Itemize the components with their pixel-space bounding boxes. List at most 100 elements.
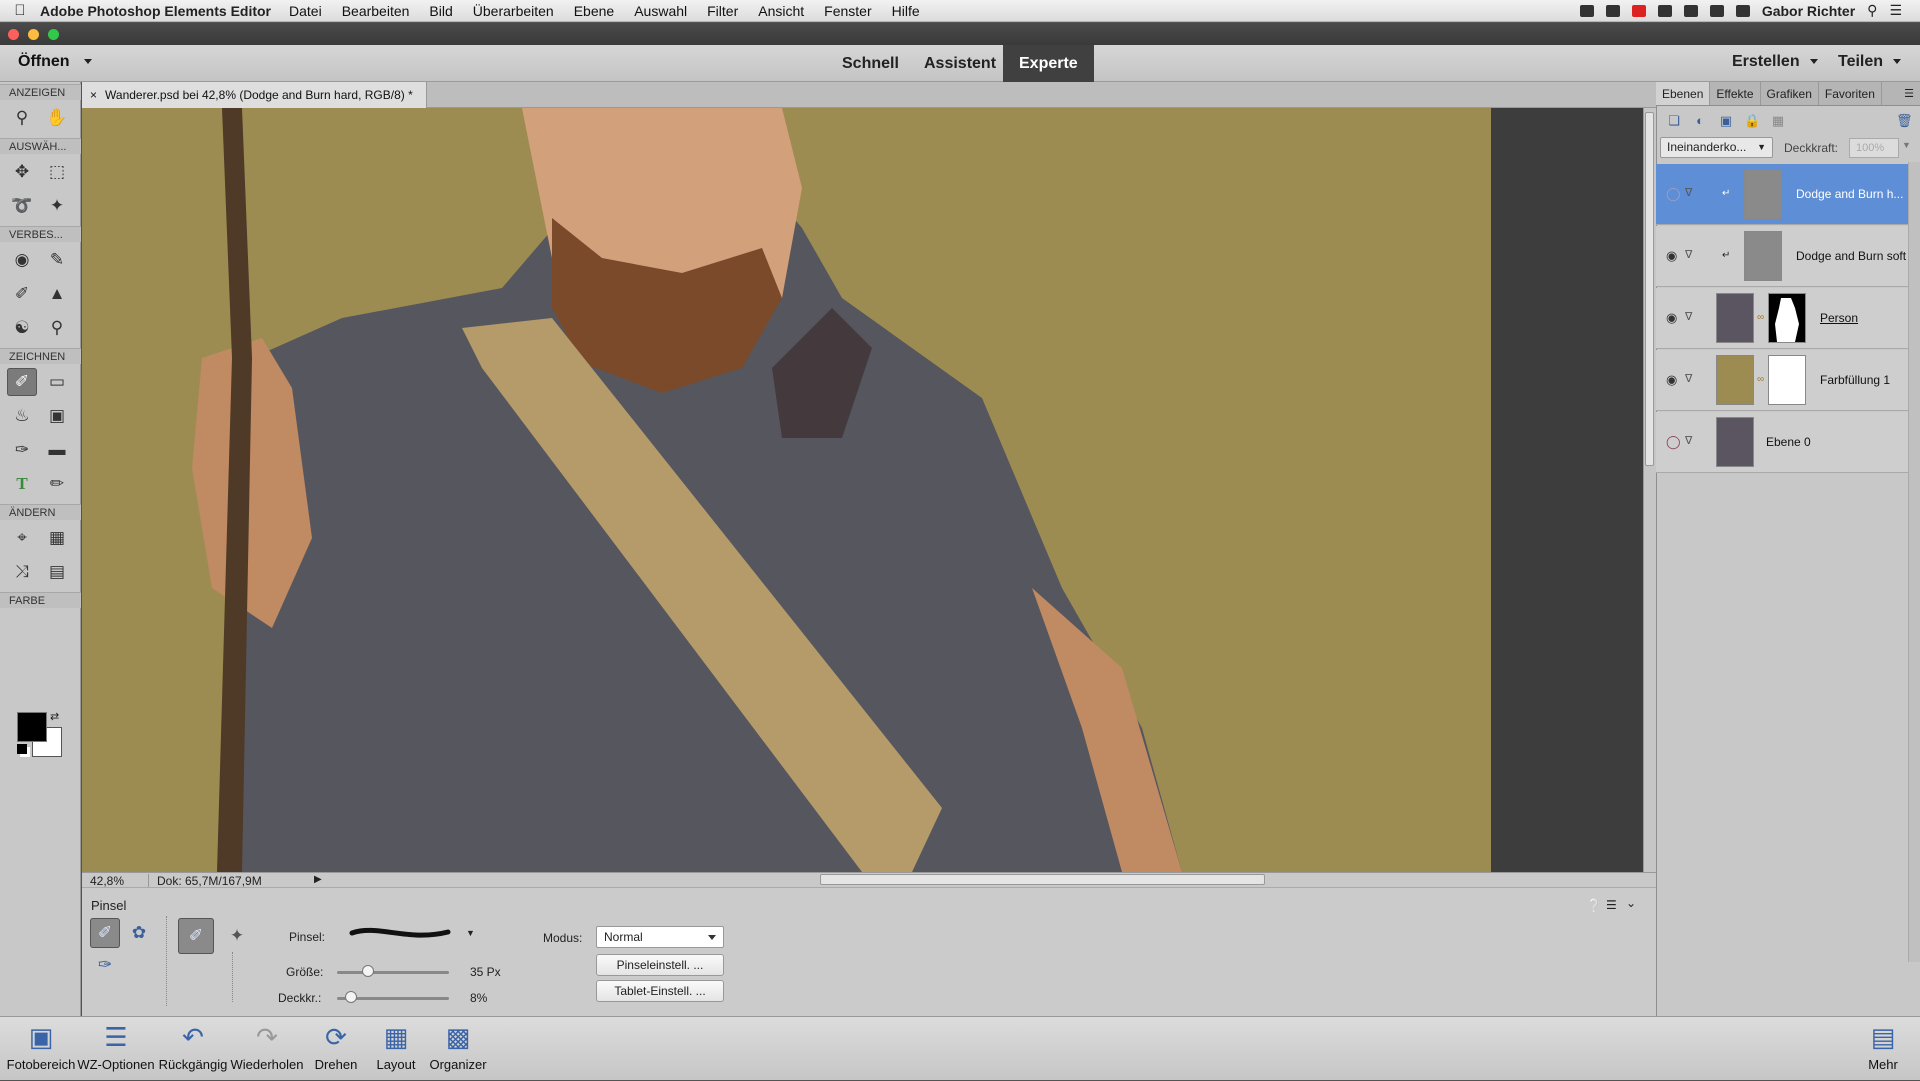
opacity-slider-knob[interactable] (345, 991, 357, 1003)
zoom-window-icon[interactable] (48, 29, 59, 40)
undo-button[interactable]: ↶ Rückgängig (156, 1017, 230, 1081)
document-canvas[interactable] (82, 108, 1491, 872)
menu-ebene[interactable]: Ebene (574, 3, 614, 19)
delete-layer-icon[interactable]: 🗑 (1896, 114, 1913, 128)
shape-tool-icon[interactable]: ▬ (42, 436, 72, 464)
layer-blend-mode-select[interactable]: Ineinanderko... ▼ (1660, 137, 1773, 158)
status-menu-arrow-icon[interactable]: ▶ (314, 873, 322, 887)
airbrush-icon[interactable]: ✦ (222, 921, 252, 951)
menu-bearbeiten[interactable]: Bearbeiten (342, 3, 410, 19)
list-icon[interactable]: ☰ (1889, 2, 1902, 19)
size-slider[interactable] (337, 971, 449, 974)
color-replacement-brush-icon[interactable]: ✑ (90, 950, 120, 980)
canvas-vertical-scroll-thumb[interactable] (1645, 112, 1654, 466)
hand-tool-icon[interactable]: ✋ (42, 104, 72, 132)
brush-settings-button[interactable]: Pinseleinstell. ... (596, 954, 724, 976)
menu-bild[interactable]: Bild (429, 3, 452, 19)
share-button[interactable]: Teilen (1838, 53, 1902, 71)
menu-ueberarbeiten[interactable]: Überarbeiten (473, 3, 554, 19)
blend-mode-select[interactable]: Normal (596, 926, 724, 948)
brush-preset-picker[interactable] (348, 922, 468, 944)
options-menu-icon[interactable]: ☰ (1606, 898, 1617, 912)
layer-dodge-burn-hard[interactable]: ◯ ∇ ↵ Dodge and Burn h... (1656, 164, 1908, 225)
smart-brush-tool-icon[interactable]: ✐ (7, 280, 37, 308)
close-tab-icon[interactable]: × (90, 88, 97, 102)
type-tool-icon[interactable]: T (7, 470, 37, 498)
help-icon[interactable]: ❔ (1586, 898, 1602, 914)
menu-auswahl[interactable]: Auswahl (634, 3, 687, 19)
menu-hilfe[interactable]: Hilfe (892, 3, 920, 19)
brush-mode-icon[interactable]: ✐ (178, 918, 214, 954)
clone-stamp-tool-icon[interactable]: ▲ (42, 280, 72, 308)
swap-colors-icon[interactable]: ⇄ (50, 710, 59, 723)
content-aware-move-tool-icon[interactable]: ⤨ (7, 558, 37, 586)
lasso-tool-icon[interactable]: ➰ (7, 192, 37, 220)
new-layer-icon[interactable]: ❏ (1666, 114, 1682, 128)
move-tool-icon[interactable]: ✥ (7, 158, 37, 186)
menu-datei[interactable]: Datei (289, 3, 322, 19)
mask-link-icon[interactable]: ∞ (1757, 374, 1764, 385)
link-icon[interactable]: ∇ (1685, 434, 1692, 447)
menu-ansicht[interactable]: Ansicht (758, 3, 804, 19)
search-icon[interactable]: ⚲ (1867, 2, 1877, 19)
lock-icon[interactable]: 🔒 (1744, 114, 1760, 128)
eye-icon[interactable]: ◉ (1666, 310, 1677, 326)
organizer-button[interactable]: ▩ Organizer (426, 1017, 490, 1081)
minimize-window-icon[interactable] (28, 29, 39, 40)
layer-mask-thumbnail[interactable] (1768, 355, 1806, 405)
blur-tool-icon[interactable]: ☯ (7, 314, 37, 342)
mask-link-icon[interactable]: ∞ (1757, 312, 1764, 323)
photo-bin-button[interactable]: ▣ Fotobereich (4, 1017, 78, 1081)
opacity-chevron-icon[interactable]: ▼ (1902, 140, 1911, 150)
tab-effekte[interactable]: Effekte (1710, 82, 1761, 105)
status-icon[interactable] (1631, 4, 1646, 17)
marquee-tool-icon[interactable]: ⬚ (42, 158, 72, 186)
layer-farbfuellung[interactable]: ◉ ∇ ∞ Farbfüllung 1 (1656, 350, 1908, 411)
collapse-chevron-icon[interactable]: ⌄ (1626, 896, 1636, 910)
redo-button[interactable]: ↷ Wiederholen (230, 1017, 304, 1081)
straighten-tool-icon[interactable]: ▤ (42, 558, 72, 586)
tool-options-button[interactable]: ☰ WZ-Optionen (76, 1017, 156, 1081)
pencil-tool-icon[interactable]: ✏ (42, 470, 72, 498)
healing-brush-tool-icon[interactable]: ✎ (42, 246, 72, 274)
link-icon[interactable]: ∇ (1685, 372, 1692, 385)
menu-fenster[interactable]: Fenster (824, 3, 871, 19)
status-icon[interactable] (1657, 4, 1672, 17)
tab-favoriten[interactable]: Favoriten (1819, 82, 1882, 105)
eraser-tool-icon[interactable]: ▭ (42, 368, 72, 396)
layer-ebene-0[interactable]: ◯ ∇ Ebene 0 (1656, 412, 1908, 473)
rotate-button[interactable]: ⟳ Drehen (306, 1017, 366, 1081)
mode-schnell[interactable]: Schnell (826, 45, 915, 82)
default-colors-icon[interactable] (17, 744, 27, 754)
adjustment-layer-icon[interactable]: ◐ (1692, 114, 1708, 128)
layers-panel-scrollbar[interactable] (1908, 162, 1920, 962)
eyedropper-tool-icon[interactable]: ✑ (7, 436, 37, 464)
more-button[interactable]: ▤ Mehr (1858, 1017, 1908, 1081)
brush-variant-icon[interactable]: ✐ (90, 918, 120, 948)
mode-experte[interactable]: Experte (1003, 45, 1094, 82)
layer-mask-icon[interactable]: ▣ (1718, 114, 1734, 128)
layer-mask-thumbnail[interactable] (1768, 293, 1806, 343)
status-icon[interactable] (1683, 4, 1698, 17)
brush-tool-icon[interactable]: ✐ (7, 368, 37, 396)
status-icon[interactable] (1579, 4, 1594, 17)
tab-grafiken[interactable]: Grafiken (1761, 82, 1819, 105)
tab-ebenen[interactable]: Ebenen (1656, 82, 1711, 105)
brush-picker-chevron-icon[interactable]: ▼ (466, 928, 475, 938)
lock-transparency-icon[interactable]: ▦ (1770, 114, 1786, 128)
link-icon[interactable]: ∇ (1685, 310, 1692, 323)
eye-icon[interactable]: ◉ (1666, 248, 1677, 264)
gradient-tool-icon[interactable]: ▣ (42, 402, 72, 430)
zoom-tool-icon[interactable]: ⚲ (7, 104, 37, 132)
zoom-readout[interactable]: 42,8% (90, 874, 124, 888)
user-name[interactable]: Gabor Richter (1762, 3, 1855, 19)
open-button[interactable]: Öffnen (18, 53, 92, 71)
impressionist-brush-icon[interactable]: ✿ (124, 918, 154, 948)
close-window-icon[interactable] (8, 29, 19, 40)
canvas-horizontal-scroll-thumb[interactable] (820, 874, 1265, 885)
mode-assistent[interactable]: Assistent (908, 45, 1012, 82)
create-button[interactable]: Erstellen (1732, 53, 1818, 71)
size-slider-knob[interactable] (362, 965, 374, 977)
paint-bucket-tool-icon[interactable]: ♨ (7, 402, 37, 430)
eye-icon[interactable]: ◉ (1666, 372, 1677, 388)
